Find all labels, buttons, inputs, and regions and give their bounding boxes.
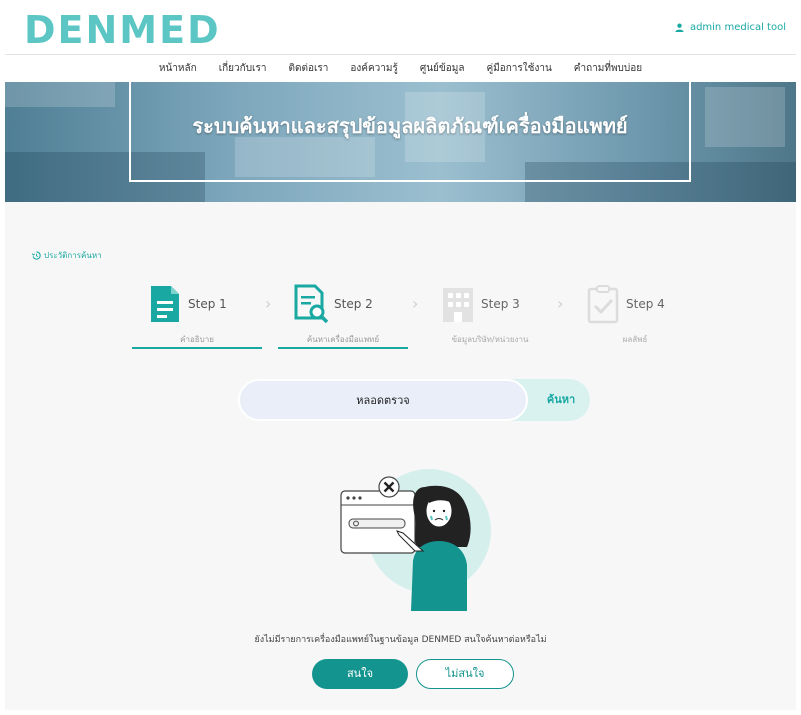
top-bar: DENMED admin medical tool: [5, 5, 796, 55]
history-icon: [32, 251, 41, 260]
not-interested-button[interactable]: ไม่สนใจ: [416, 659, 514, 689]
clipboard-check-icon: [587, 285, 619, 324]
nav-item-about[interactable]: เกี่ยวกับเรา: [208, 61, 278, 76]
search-history-link[interactable]: ประวัติการค้นหา: [32, 249, 102, 262]
document-icon: [151, 286, 179, 322]
logo[interactable]: DENMED: [24, 8, 221, 52]
step-3-label: Step 3: [481, 297, 520, 311]
no-result-message: ยังไม่มีรายการเครื่องมือแพทย์ในฐานข้อมูล…: [254, 635, 547, 645]
hero-title: ระบบค้นหาและสรุปข้อมูลผลิตภัณฑ์เครื่องมื…: [192, 114, 628, 138]
step-1-underline: [132, 347, 262, 349]
search-button[interactable]: ค้นหา: [532, 379, 590, 421]
user-menu[interactable]: admin medical tool: [675, 22, 786, 33]
nav-item-home[interactable]: หน้าหลัก: [148, 61, 208, 76]
chevron-right-icon: ›: [265, 294, 272, 313]
chevron-right-icon: ›: [557, 294, 564, 313]
search-history-label: ประวัติการค้นหา: [44, 251, 102, 260]
nav-item-faq[interactable]: คำถามที่พบบ่อย: [563, 61, 653, 76]
step-3: Step 3 ข้อมูลบริษัท/หน่วยงาน: [425, 284, 555, 344]
no-result-illustration: [340, 469, 491, 611]
chevron-right-icon: ›: [412, 294, 419, 313]
hero-bg-shape: [5, 82, 115, 107]
search-bar: ค้นหา: [238, 379, 590, 421]
step-2-sub: ค้นหาเครื่องมือแพทย์: [306, 335, 380, 344]
hero-banner: ระบบค้นหาและสรุปข้อมูลผลิตภัณฑ์เครื่องมื…: [5, 82, 796, 202]
nav-item-data-center[interactable]: ศูนย์ข้อมูล: [409, 61, 476, 76]
step-2-label: Step 2: [334, 297, 373, 311]
hero-bg-shape: [705, 87, 785, 147]
stepper: Step 1 คำอธิบาย › Step 2 ค้นหาเครื่องมือ…: [132, 284, 672, 354]
nav-item-manual[interactable]: คู่มือการใช้งาน: [475, 61, 562, 76]
nav-item-knowledge[interactable]: องค์ความรู้: [339, 61, 408, 76]
nav-item-contact[interactable]: ติดต่อเรา: [277, 61, 339, 76]
search-document-icon: [294, 284, 329, 324]
step-4-label: Step 4: [626, 297, 665, 311]
page: DENMED admin medical tool หน้าหลัก เกี่ย…: [5, 5, 796, 710]
step-1-label: Step 1: [188, 297, 227, 311]
step-2[interactable]: Step 2 ค้นหาเครื่องมือแพทย์: [278, 284, 408, 349]
step-1[interactable]: Step 1 คำอธิบาย: [132, 284, 262, 349]
user-icon: [675, 23, 684, 32]
step-3-sub: ข้อมูลบริษัท/หน่วยงาน: [451, 335, 529, 344]
user-name: admin medical tool: [689, 22, 786, 33]
step-4-sub: ผลลัพธ์: [622, 335, 648, 344]
step-2-underline: [278, 347, 408, 349]
step-4: Step 4 ผลลัพธ์: [570, 284, 700, 344]
step-1-sub: คำอธิบาย: [180, 335, 214, 344]
interested-button[interactable]: สนใจ: [312, 659, 408, 689]
building-icon: [443, 288, 473, 322]
search-input[interactable]: [238, 379, 528, 421]
main-nav: หน้าหลัก เกี่ยวกับเรา ติดต่อเรา องค์ความ…: [5, 55, 796, 82]
